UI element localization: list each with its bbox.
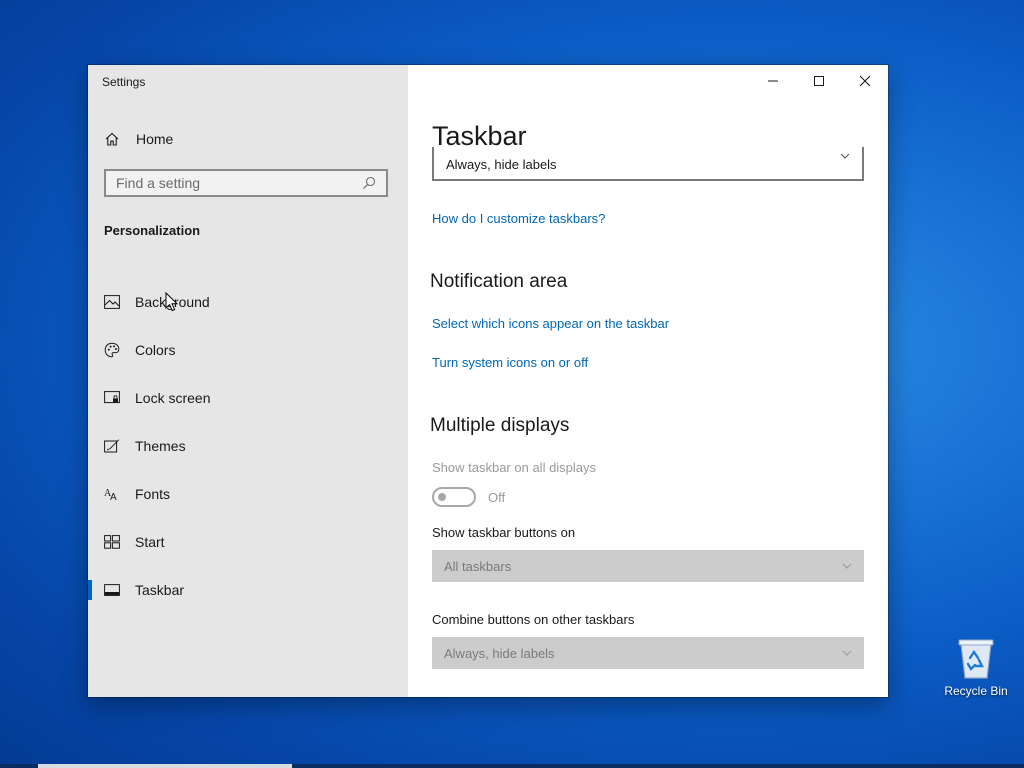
search-placeholder: Find a setting [116, 175, 201, 191]
sidebar-item-label: Themes [135, 438, 186, 454]
home-label: Home [136, 131, 174, 147]
multiple-displays-heading: Multiple displays [430, 415, 570, 436]
search-icon [363, 176, 376, 189]
sidebar-item-start[interactable]: Start [88, 518, 408, 566]
show-all-displays-toggle[interactable] [432, 487, 476, 507]
window-controls [750, 65, 888, 97]
main-content: Taskbar Always, hide labels How do I cus… [408, 65, 888, 697]
home-icon [105, 132, 119, 146]
taskbar-icon [104, 582, 120, 598]
picture-icon [104, 294, 120, 310]
app-title: Settings [102, 75, 146, 89]
combine-other-dropdown[interactable]: Always, hide labels [432, 637, 864, 669]
dropdown-value: Always, hide labels [444, 645, 555, 661]
maximize-button[interactable] [796, 65, 842, 97]
sidebar-item-label: Fonts [135, 486, 171, 502]
themes-icon [104, 438, 120, 454]
show-all-displays-label: Show taskbar on all displays [432, 460, 597, 475]
chevron-down-icon [840, 153, 850, 159]
recycle-bin-shortcut[interactable]: Recycle Bin [940, 636, 1012, 698]
start-icon [104, 534, 120, 550]
palette-icon [104, 342, 120, 358]
toggle-state-label: Off [488, 490, 506, 505]
toggle-knob [438, 493, 446, 501]
sidebar: Settings Home Find a setting Personaliza… [88, 65, 408, 697]
sidebar-item-label: Lock screen [135, 390, 211, 406]
sidebar-item-taskbar[interactable]: Taskbar [88, 566, 408, 614]
home-nav-item[interactable]: Home [104, 128, 173, 150]
system-icons-link[interactable]: Turn system icons on or off [432, 355, 588, 370]
sidebar-item-label: Colors [135, 342, 176, 358]
sidebar-nav: Background Colors Lock screen [88, 278, 408, 614]
close-button[interactable] [842, 65, 888, 97]
lock-screen-icon [104, 390, 120, 406]
chevron-down-icon [842, 650, 852, 656]
fonts-icon: AA [104, 486, 120, 502]
sidebar-item-fonts[interactable]: AA Fonts [88, 470, 408, 518]
settings-window: Settings Home Find a setting Personaliza… [88, 65, 888, 697]
maximize-icon [814, 76, 824, 86]
sidebar-item-colors[interactable]: Colors [88, 326, 408, 374]
customize-taskbars-link[interactable]: How do I customize taskbars? [432, 211, 605, 226]
close-icon [859, 75, 871, 87]
dropdown-value: All taskbars [444, 558, 512, 574]
combine-other-label: Combine buttons on other taskbars [432, 612, 635, 627]
section-heading: Personalization [104, 223, 201, 238]
chevron-down-icon [842, 563, 852, 569]
buttons-on-label: Show taskbar buttons on [432, 525, 576, 540]
buttons-on-dropdown[interactable]: All taskbars [432, 550, 864, 582]
minimize-button[interactable] [750, 65, 796, 97]
mouse-cursor [165, 292, 179, 312]
sidebar-item-lock-screen[interactable]: Lock screen [88, 374, 408, 422]
notification-area-heading: Notification area [430, 271, 568, 292]
select-icons-link[interactable]: Select which icons appear on the taskbar [432, 316, 669, 331]
dropdown-value: Always, hide labels [446, 157, 557, 172]
taskbar-highlight [38, 764, 292, 768]
combine-buttons-dropdown[interactable]: Always, hide labels [432, 147, 864, 181]
search-input[interactable]: Find a setting [104, 169, 388, 197]
minimize-icon [768, 80, 778, 82]
recycle-bin-icon [958, 639, 994, 679]
sidebar-item-label: Taskbar [135, 582, 185, 598]
sidebar-item-themes[interactable]: Themes [88, 422, 408, 470]
sidebar-item-background[interactable]: Background [88, 278, 408, 326]
desktop: Recycle Bin Settings Home Find a setting… [0, 0, 1024, 768]
recycle-bin-label: Recycle Bin [944, 684, 1008, 698]
svg-text:A: A [110, 492, 117, 502]
sidebar-item-label: Start [135, 534, 165, 550]
taskbar-edge [0, 764, 1024, 768]
